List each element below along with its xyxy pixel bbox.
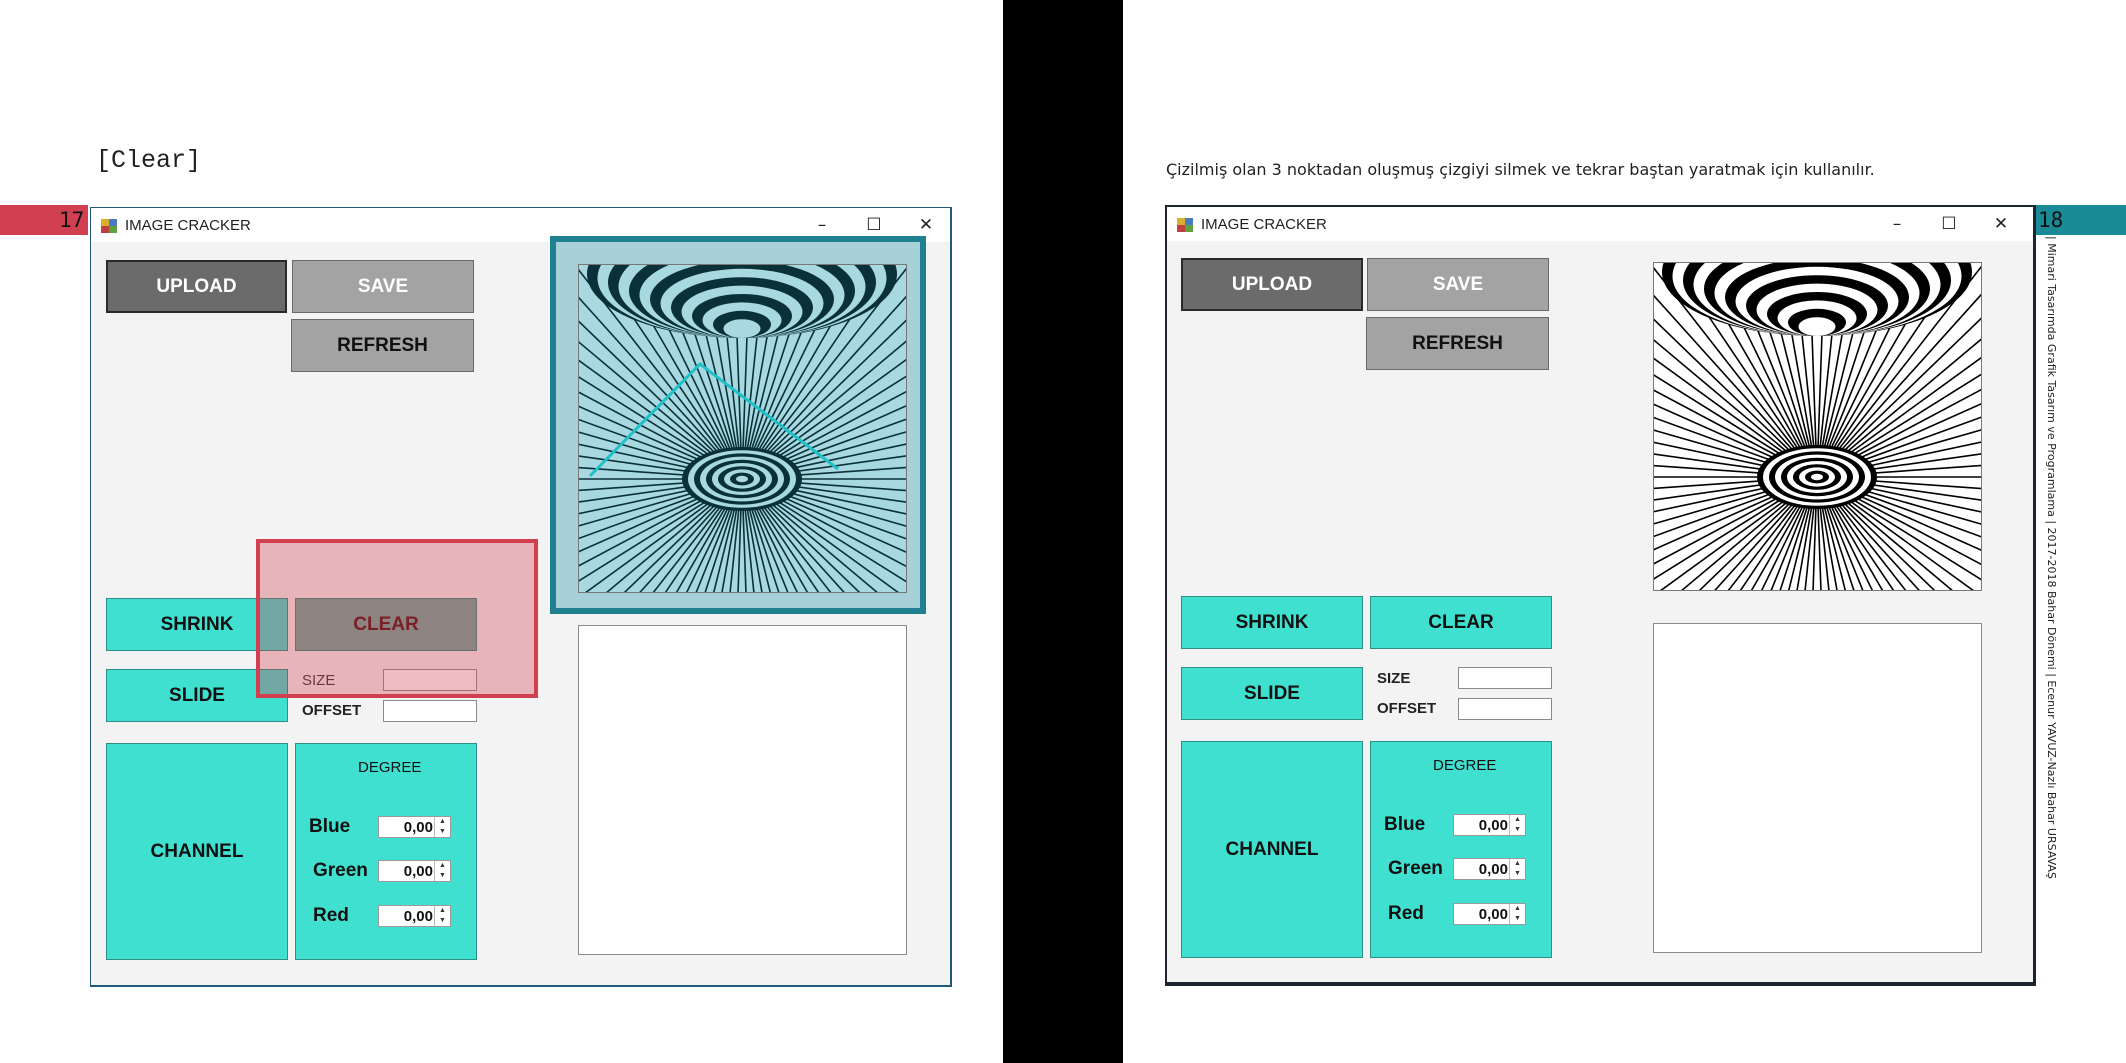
green-value: 0,00 <box>1478 861 1508 878</box>
page-caption: Çizilmiş olan 3 noktadan oluşmuş çizgiyi… <box>1166 160 1875 179</box>
upload-button[interactable]: UPLOAD <box>1181 258 1363 311</box>
output-image-box <box>578 625 907 955</box>
degree-panel: DEGREE Blue 0,00 ▲ ▼ Green 0,00 ▲ ▼ Red 0,00… <box>295 743 477 960</box>
save-button[interactable]: SAVE <box>292 260 474 313</box>
spinner-arrows-icon[interactable]: ▲ ▼ <box>1509 904 1525 924</box>
upload-button[interactable]: UPLOAD <box>106 260 287 313</box>
window-title: IMAGE CRACKER <box>1201 216 1327 233</box>
green-spinner[interactable]: 0,00 ▲ ▼ <box>378 860 451 882</box>
left-page: [Clear] 17 IMAGE CRACKER – ☐ ✕ UPLOAD SA… <box>0 0 1003 1063</box>
spinner-arrows-icon[interactable]: ▲ ▼ <box>434 861 450 881</box>
size-label: SIZE <box>1377 670 1411 687</box>
spinner-arrows-icon[interactable]: ▲ ▼ <box>434 906 450 926</box>
drawn-polyline <box>588 362 839 478</box>
channel-button[interactable]: CHANNEL <box>1181 741 1363 958</box>
maximize-button[interactable]: ☐ <box>1923 209 1975 239</box>
offset-input[interactable] <box>1458 698 1552 720</box>
shrink-button[interactable]: SHRINK <box>1181 596 1363 649</box>
right-page: Çizilmiş olan 3 noktadan oluşmuş çizgiyi… <box>1123 0 2126 1063</box>
page-number: 18 <box>2038 208 2064 232</box>
green-label: Green <box>1388 858 1443 879</box>
green-value: 0,00 <box>403 863 433 880</box>
degree-title: DEGREE <box>358 759 422 776</box>
close-button[interactable]: ✕ <box>1975 209 2027 239</box>
offset-label: OFFSET <box>302 702 362 719</box>
slide-button[interactable]: SLIDE <box>1181 667 1363 720</box>
blue-value: 0,00 <box>1478 817 1508 834</box>
spinner-arrows-icon[interactable]: ▲ ▼ <box>434 817 450 837</box>
red-label: Red <box>313 905 349 926</box>
offset-input[interactable] <box>383 700 477 722</box>
output-image-box <box>1653 623 1982 953</box>
blue-spinner[interactable]: 0,00 ▲ ▼ <box>378 816 451 838</box>
refresh-button[interactable]: REFRESH <box>291 319 474 372</box>
source-image[interactable] <box>1653 262 1982 591</box>
green-label: Green <box>313 860 368 881</box>
blue-label: Blue <box>1384 814 1426 835</box>
spread-gutter <box>1003 0 1123 1063</box>
window-title: IMAGE CRACKER <box>125 217 251 234</box>
side-note: | Mimari Tasarımda Grafik Tasarım ve Pro… <box>2045 236 2058 879</box>
red-value: 0,00 <box>403 908 433 925</box>
app-icon <box>1177 218 1193 232</box>
degree-title: DEGREE <box>1433 757 1497 774</box>
page-number: 17 <box>59 208 85 232</box>
section-heading: [Clear] <box>96 146 202 175</box>
clear-highlight <box>256 539 538 698</box>
app-window: IMAGE CRACKER – ☐ ✕ UPLOAD SAVE REFRESH … <box>90 207 952 987</box>
app-icon <box>101 219 117 233</box>
blue-spinner[interactable]: 0,00 ▲ ▼ <box>1453 814 1526 836</box>
save-button[interactable]: SAVE <box>1367 258 1549 311</box>
offset-label: OFFSET <box>1377 700 1437 717</box>
app-window: IMAGE CRACKER – ☐ ✕ UPLOAD SAVE REFRESH … <box>1165 205 2036 986</box>
red-spinner[interactable]: 0,00 ▲ ▼ <box>1453 903 1526 925</box>
red-value: 0,00 <box>1478 906 1508 923</box>
title-bar: IMAGE CRACKER – ☐ ✕ <box>1167 207 2033 241</box>
blue-value: 0,00 <box>403 819 433 836</box>
channel-button[interactable]: CHANNEL <box>106 743 288 960</box>
minimize-button[interactable]: – <box>1871 209 1923 239</box>
red-spinner[interactable]: 0,00 ▲ ▼ <box>378 905 451 927</box>
red-label: Red <box>1388 903 1424 924</box>
blue-label: Blue <box>309 816 351 837</box>
degree-panel: DEGREE Blue 0,00 ▲ ▼ Green 0,00 ▲ ▼ Red 0,00… <box>1370 741 1552 958</box>
refresh-button[interactable]: REFRESH <box>1366 317 1549 370</box>
size-input[interactable] <box>1458 667 1552 689</box>
clear-button[interactable]: CLEAR <box>1370 596 1552 649</box>
green-spinner[interactable]: 0,00 ▲ ▼ <box>1453 858 1526 880</box>
spinner-arrows-icon[interactable]: ▲ ▼ <box>1509 815 1525 835</box>
spinner-arrows-icon[interactable]: ▲ ▼ <box>1509 859 1525 879</box>
